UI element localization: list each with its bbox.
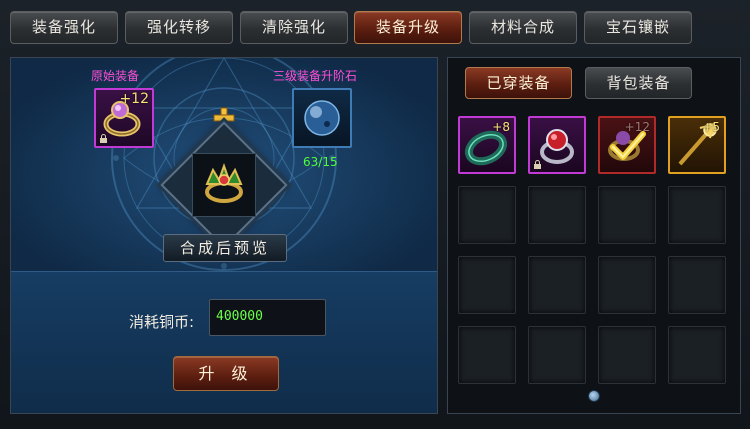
equipped-selected-ring[interactable]: +12 [598, 116, 656, 174]
crown-ring-icon [205, 163, 243, 203]
tab-equip-enhance[interactable]: 装备强化 [10, 11, 118, 44]
cost-field: 400000 [209, 299, 326, 336]
bag-slot[interactable] [668, 326, 726, 384]
tab-clear-enhance[interactable]: 清除强化 [240, 11, 348, 44]
tab-material-synthesis[interactable]: 材料合成 [469, 11, 577, 44]
upgrade-panel: 原始装备 +12 三级装备升阶石 63/15 合成后预览 消耗铜币: 40000… [10, 57, 438, 414]
upgrade-stone-label: 三级装备升阶石 [273, 69, 358, 83]
bag-slot[interactable] [458, 256, 516, 314]
upgrade-button[interactable]: 升 级 [173, 356, 279, 391]
bag-slot[interactable] [598, 256, 656, 314]
tab-enhance-transfer[interactable]: 强化转移 [125, 11, 233, 44]
bag-panel: 已穿装备 背包装备 +8 +12 +5 [447, 57, 741, 414]
bag-slot[interactable] [528, 326, 586, 384]
bag-slot[interactable] [668, 186, 726, 244]
tab-equip-upgrade[interactable]: 装备升级 [354, 11, 462, 44]
equipped-golden-staff[interactable]: +5 [668, 116, 726, 174]
page-indicator[interactable] [588, 390, 600, 402]
bag-slot[interactable] [668, 256, 726, 314]
gem-orb-icon [304, 100, 340, 136]
cost-value: 400000 [216, 309, 263, 324]
bag-slot[interactable] [528, 186, 586, 244]
lock-icon [534, 160, 541, 169]
tab-backpack[interactable]: 背包装备 [585, 67, 692, 99]
item-level: +8 [492, 120, 510, 134]
lock-icon [100, 134, 107, 143]
preview-label: 合成后预览 [163, 234, 287, 262]
item-level: +5 [702, 120, 720, 134]
equipped-jade-ring[interactable]: +8 [458, 116, 516, 174]
origin-equip-label: 原始装备 [91, 69, 140, 83]
upgrade-window: 装备强化 强化转移 清除强化 装备升级 材料合成 宝石镶嵌 原始装备 +12 三… [0, 0, 750, 429]
preview-slot [192, 153, 256, 217]
bag-slot[interactable] [598, 326, 656, 384]
synthesis-area: 原始装备 +12 三级装备升阶石 63/15 合成后预览 [11, 58, 437, 271]
bag-slot[interactable] [458, 186, 516, 244]
bag-slot[interactable] [598, 186, 656, 244]
checkmark-icon [610, 131, 646, 160]
tab-gem-inlay[interactable]: 宝石镶嵌 [584, 11, 692, 44]
tab-equipped[interactable]: 已穿装备 [465, 67, 572, 99]
bag-slot[interactable] [458, 326, 516, 384]
stone-count: 63/15 [303, 155, 338, 169]
upgrade-stone-slot[interactable] [292, 88, 352, 148]
bag-slot[interactable] [528, 256, 586, 314]
equipped-ruby-ring[interactable] [528, 116, 586, 174]
cost-area [11, 271, 437, 413]
cost-label: 消耗铜币: [129, 313, 195, 331]
origin-item-level: +12 [119, 91, 149, 107]
origin-equip-slot[interactable]: +12 [94, 88, 154, 148]
